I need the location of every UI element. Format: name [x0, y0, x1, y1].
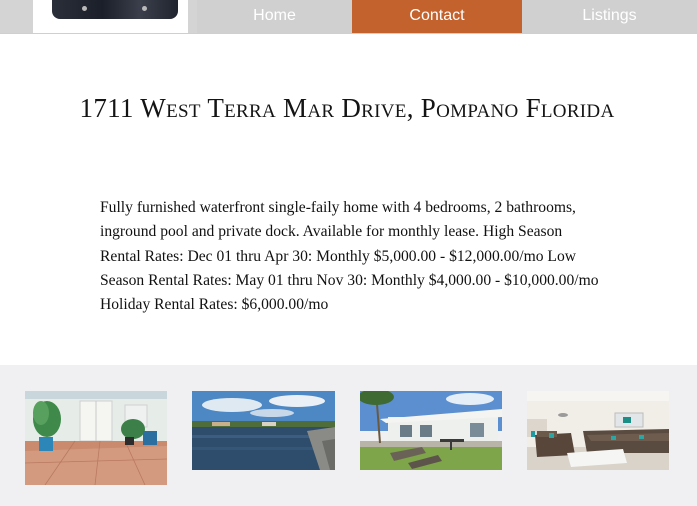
- gallery-photo-patio[interactable]: [25, 391, 167, 485]
- jacket-button-detail: [82, 6, 87, 11]
- gallery-photo-canal[interactable]: [192, 391, 335, 470]
- living-room-image: [527, 391, 669, 470]
- nav-item-home[interactable]: Home: [197, 0, 352, 33]
- patio-image: [25, 391, 167, 485]
- listing-description: Fully furnished waterfront single-faily …: [100, 199, 599, 314]
- gallery-photo-backyard[interactable]: [360, 391, 502, 470]
- listing-title: 1711 West Terra Mar Drive, Pompano Flori…: [79, 93, 615, 123]
- nav-item-listings[interactable]: Listings: [522, 0, 697, 33]
- backyard-image: [360, 391, 502, 470]
- agent-photo: [52, 0, 178, 19]
- canal-image: [192, 391, 335, 470]
- gallery-photo-living-room[interactable]: [527, 391, 669, 470]
- photo-gallery: [0, 365, 697, 506]
- nav-item-contact[interactable]: Contact: [352, 0, 522, 33]
- jacket-button-detail: [142, 6, 147, 11]
- nav-divider: [0, 33, 697, 34]
